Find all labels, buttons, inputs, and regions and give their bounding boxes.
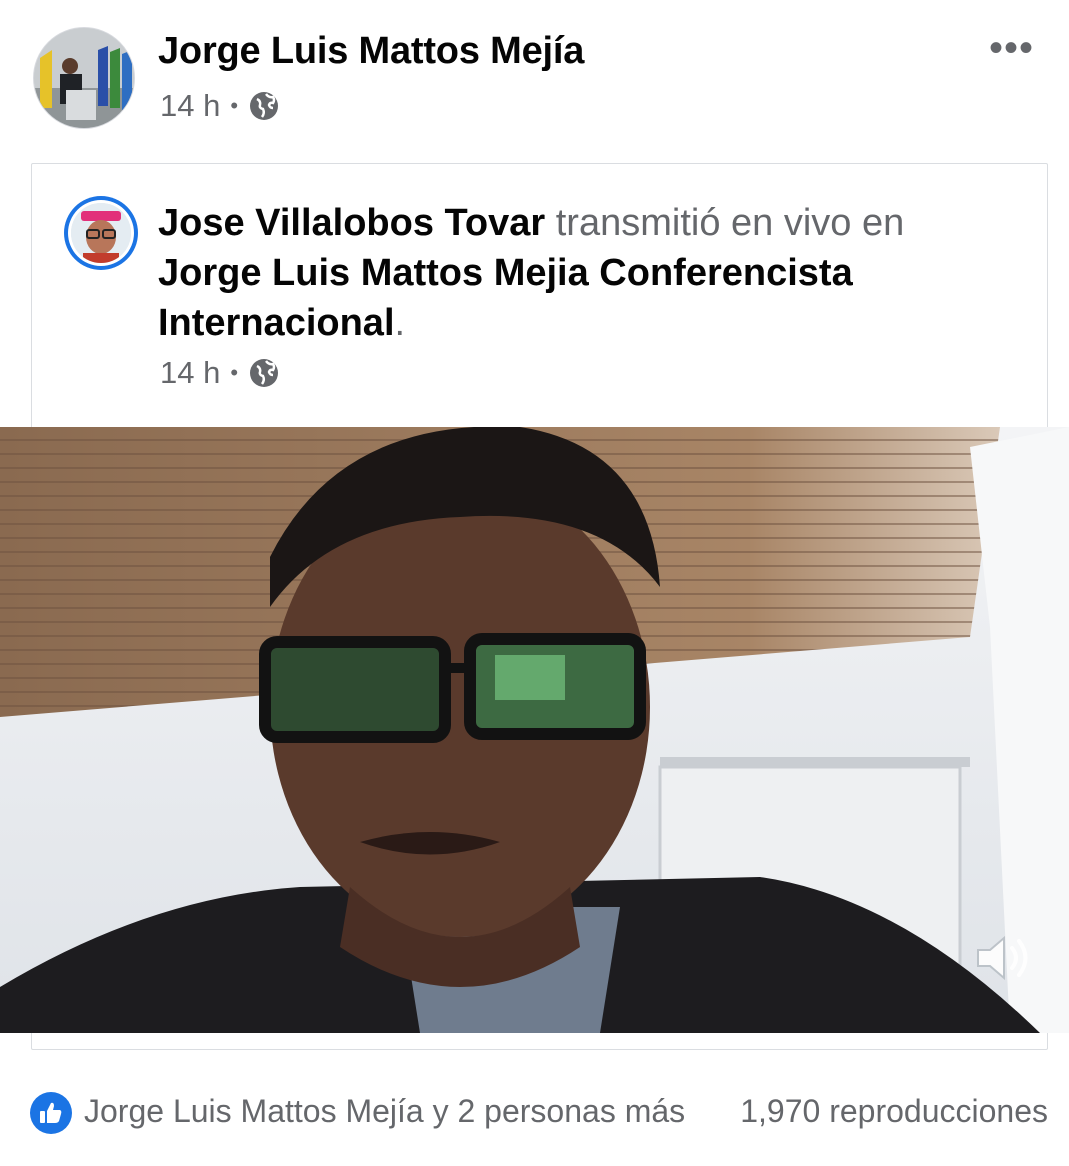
post-timestamp[interactable]: 14 h xyxy=(160,88,220,124)
reactors-summary[interactable]: Jorge Luis Mattos Mejía y 2 personas más xyxy=(84,1091,685,1131)
thumbs-up-icon xyxy=(40,1102,62,1123)
shared-author-avatar[interactable] xyxy=(64,196,138,270)
author-avatar[interactable] xyxy=(33,27,135,129)
avatar-ring xyxy=(68,200,134,266)
post-meta: 14 h • xyxy=(160,88,280,124)
view-count: 1,970 reproducciones xyxy=(740,1093,1048,1129)
meta-separator: • xyxy=(230,93,239,118)
more-options-button[interactable]: ••• xyxy=(989,28,1034,68)
live-verb: transmitió en vivo en xyxy=(555,202,905,244)
shared-meta: 14 h • xyxy=(160,355,280,391)
globe-icon xyxy=(250,92,279,120)
live-video-player[interactable] xyxy=(0,427,1069,1033)
avatar-photo xyxy=(34,28,134,128)
post-author-name[interactable]: Jorge Luis Mattos Mejía xyxy=(158,28,584,74)
shared-headline: Jose Villalobos Tovar transmitió en vivo… xyxy=(158,198,1008,348)
avatar-photo xyxy=(71,203,131,263)
like-icon[interactable] xyxy=(30,1092,72,1134)
speaker-icon[interactable] xyxy=(972,930,1034,986)
meta-separator: • xyxy=(230,360,239,385)
video-frame xyxy=(0,427,1069,1033)
globe-icon xyxy=(250,359,279,387)
shared-author-name[interactable]: Jose Villalobos Tovar xyxy=(158,202,545,244)
shared-target-page[interactable]: Jorge Luis Mattos Mejia Conferencista In… xyxy=(158,252,853,344)
headline-period: . xyxy=(394,302,406,344)
shared-timestamp[interactable]: 14 h xyxy=(160,355,220,391)
